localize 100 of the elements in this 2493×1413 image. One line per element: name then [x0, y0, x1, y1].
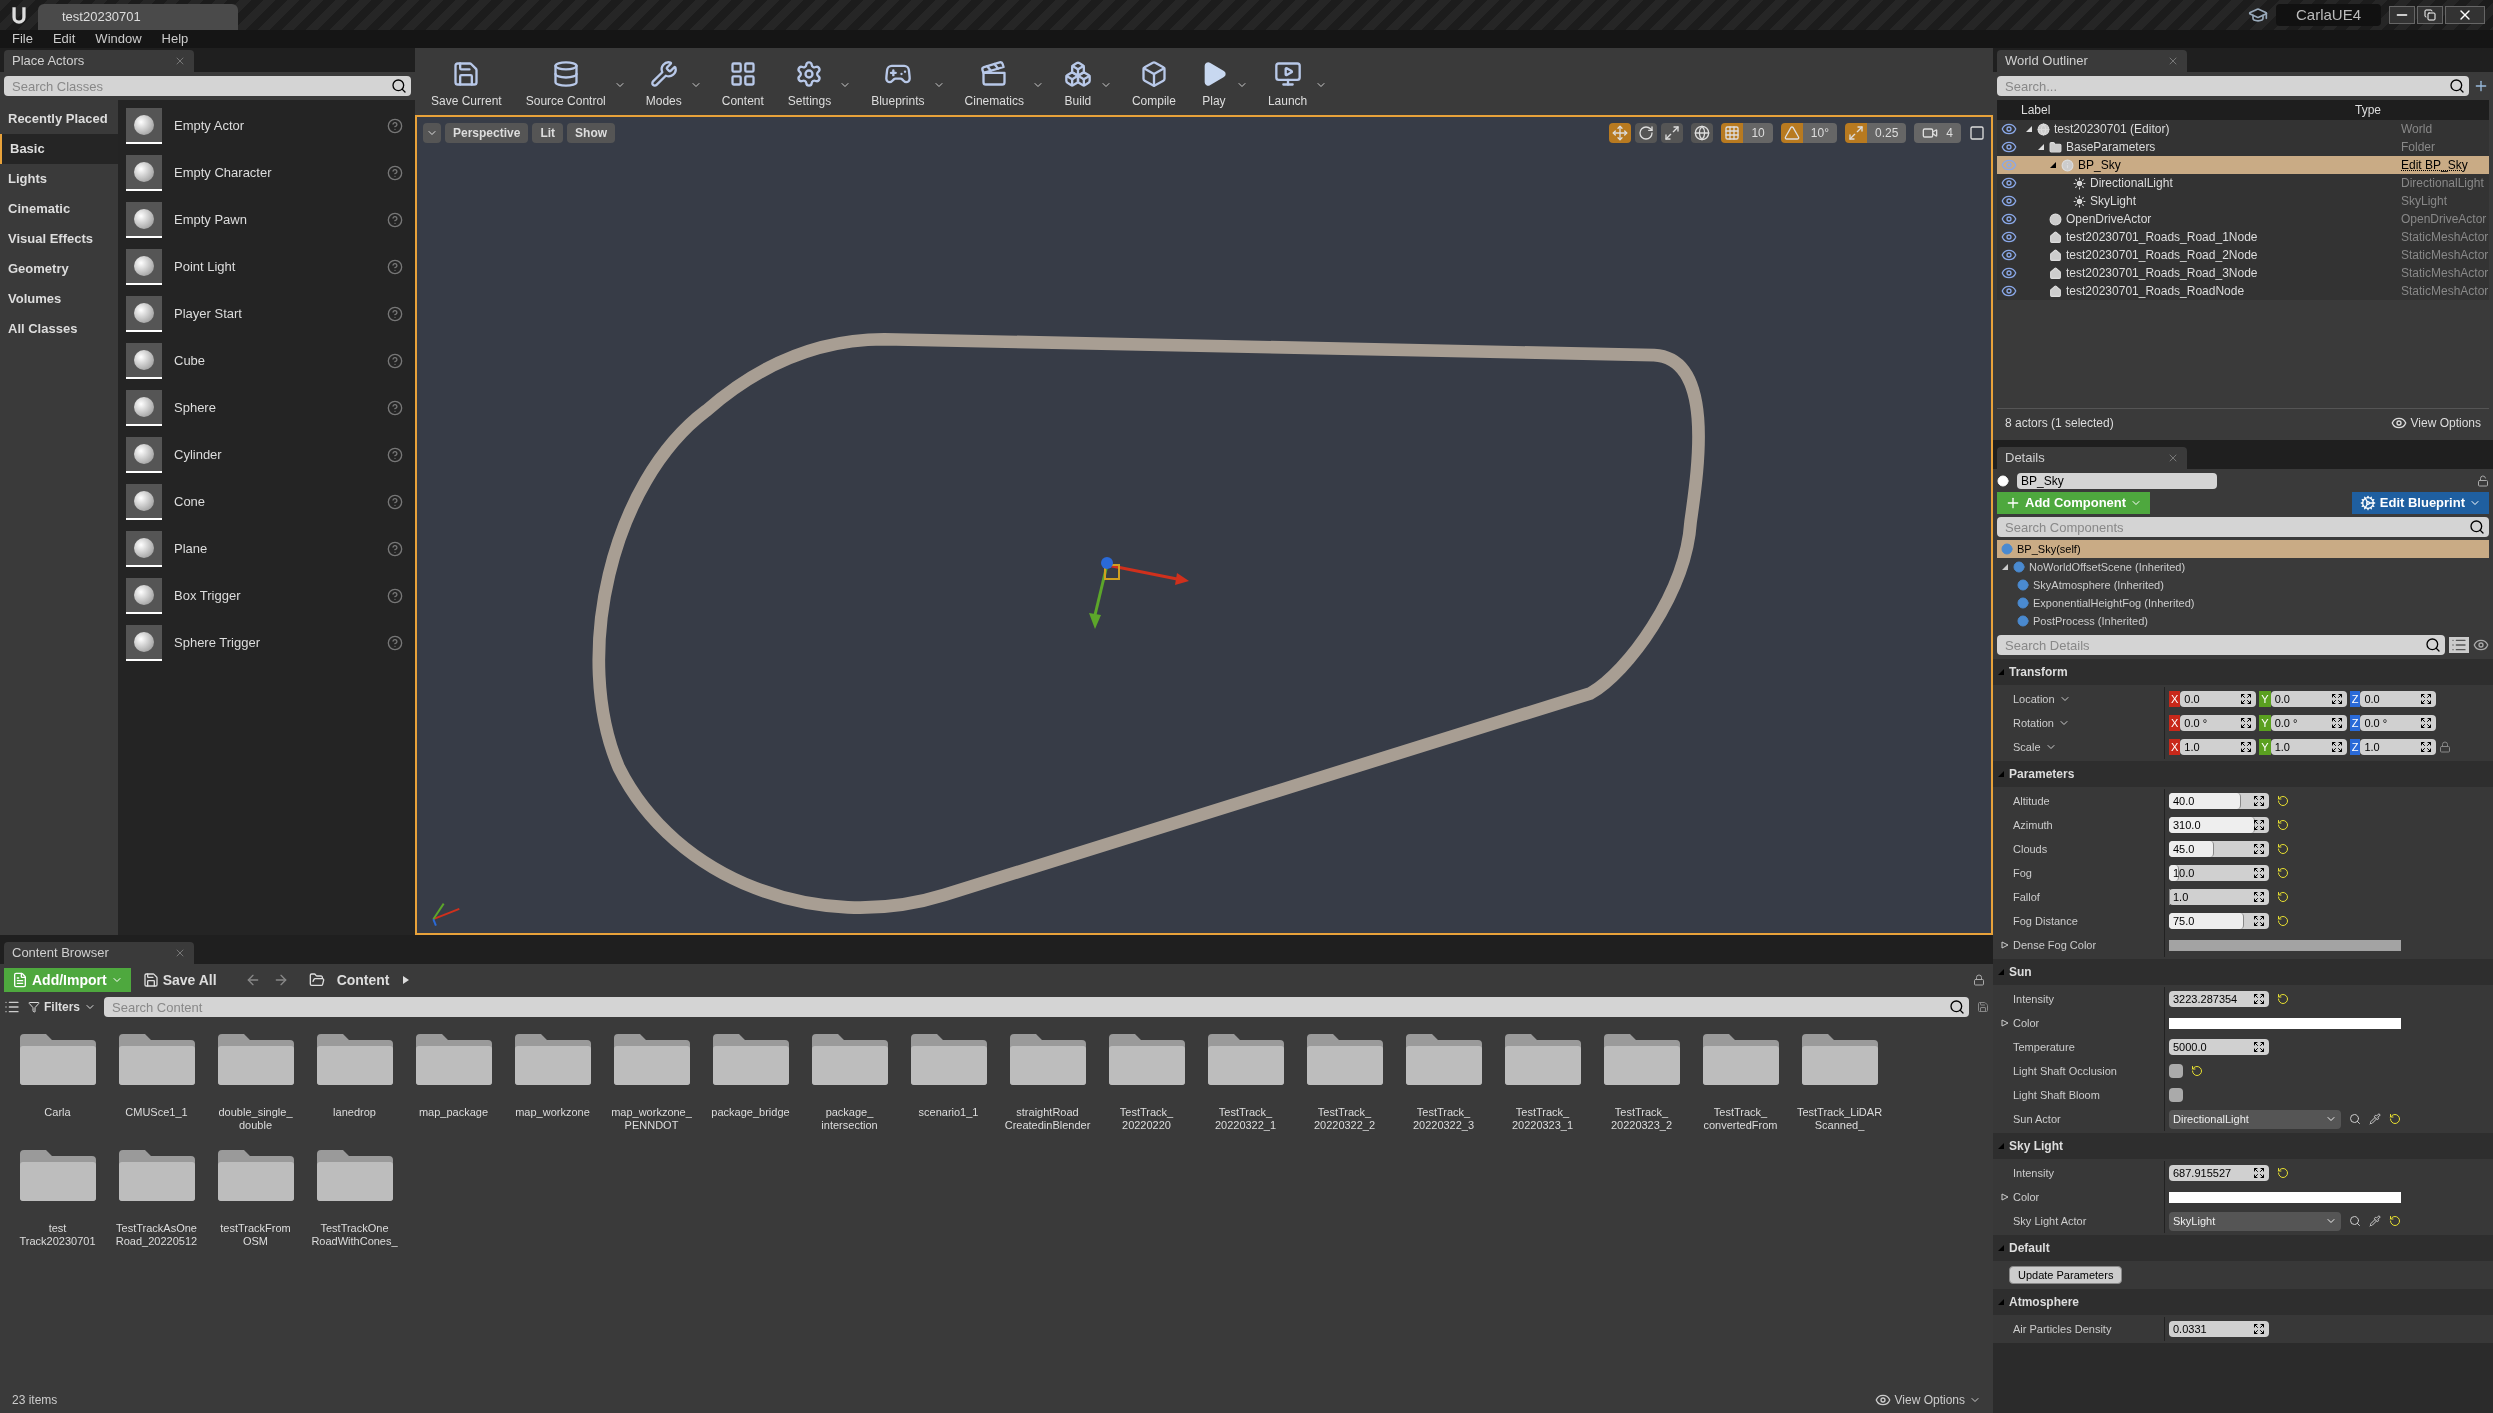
edit-blueprint-button[interactable]: Edit Blueprint [2351, 492, 2489, 514]
drag-handle-icon[interactable] [2253, 891, 2265, 903]
camera-speed-button[interactable]: 4 [1914, 123, 1961, 143]
component-row[interactable]: ExponentialHeightFog (Inherited) [1997, 594, 2489, 612]
search-field[interactable]: Search Components [1997, 517, 2489, 537]
help-icon[interactable] [387, 353, 403, 369]
search-field[interactable]: Search... [1997, 76, 2469, 96]
collapsed-arrow-icon[interactable] [2001, 1019, 2009, 1027]
number-field[interactable]: 1.0 [2360, 739, 2437, 755]
number-field[interactable]: 0.0 [2360, 691, 2437, 707]
column-header[interactable]: Type [2355, 101, 2381, 119]
number-field[interactable]: 0.0 [2270, 691, 2347, 707]
toolbar-button[interactable]: Save Current [423, 56, 510, 113]
help-icon[interactable] [387, 447, 403, 463]
drag-handle-icon[interactable] [2253, 993, 2265, 1005]
eyedropper-icon[interactable] [2369, 1215, 2381, 1227]
snap-value-button[interactable]: 10 [1743, 123, 1773, 143]
search-field[interactable]: Search Details [1997, 635, 2445, 655]
section-header[interactable]: Sky Light [2009, 1137, 2063, 1155]
toolbar-button[interactable]: Play [1191, 56, 1236, 113]
column-header[interactable]: Label [2021, 101, 2355, 119]
number-field[interactable]: 687.915527 [2169, 1165, 2269, 1181]
edit-blueprint-link[interactable]: Edit BP_Sky [2401, 156, 2468, 174]
section-header[interactable]: Transform [2009, 663, 2068, 681]
number-field[interactable]: 3223.287354 [2169, 991, 2269, 1007]
actor-thumbnail[interactable] [126, 249, 162, 285]
breadcrumb-arrow-icon[interactable] [401, 976, 410, 984]
actor-label[interactable]: Cone [174, 492, 206, 512]
reset-icon[interactable] [2277, 993, 2289, 1005]
folder-label[interactable]: TestTrack_ 20220220 [1119, 1106, 1174, 1134]
checkbox[interactable] [2169, 1064, 2183, 1078]
drag-handle-icon[interactable] [2253, 1167, 2265, 1179]
toolbar-button[interactable]: Launch [1259, 56, 1316, 113]
help-icon[interactable] [387, 400, 403, 416]
lock-icon[interactable] [2439, 741, 2452, 753]
reset-icon[interactable] [2277, 843, 2289, 855]
folder-label[interactable]: map_package [418, 1106, 489, 1134]
search-icon[interactable] [2469, 519, 2485, 535]
actor-label[interactable]: Empty Actor [174, 116, 245, 136]
search-icon[interactable] [2349, 1113, 2361, 1125]
eye-icon[interactable] [2001, 193, 2017, 209]
folder-label[interactable]: TestTrackAsOne Road_20220512 [115, 1222, 198, 1250]
actor-label[interactable]: Empty Pawn [174, 210, 247, 230]
color-swatch[interactable] [2169, 1017, 2401, 1029]
menu-item[interactable]: File [12, 29, 33, 49]
viewport-option-button[interactable]: Perspective [445, 123, 529, 143]
toolbar-button[interactable]: Compile [1123, 56, 1184, 113]
number-field[interactable]: 5000.0 [2169, 1039, 2269, 1055]
filters-button[interactable]: Filters [28, 998, 96, 1016]
document-tab[interactable]: test20230701 [38, 4, 238, 30]
reset-icon[interactable] [2277, 915, 2289, 927]
viewport-option-button[interactable]: Show [567, 123, 616, 143]
restore-icon[interactable] [2417, 6, 2443, 24]
component-row[interactable]: BP_Sky(self) [1997, 540, 2489, 558]
panel-tab[interactable]: Details [1997, 447, 2187, 469]
view-options-button[interactable]: View Options [2390, 413, 2481, 432]
panel-tab[interactable]: Place Actors [4, 50, 194, 72]
folder-label[interactable]: scenario1_1 [918, 1106, 979, 1134]
panel-tab[interactable]: Content Browser [4, 942, 194, 964]
outliner-row[interactable]: test20230701 (Editor) World [1997, 120, 2489, 138]
outliner-row[interactable]: test20230701_Roads_Road_3Node StaticMeshActor [1997, 264, 2489, 282]
section-header[interactable]: Sun [2009, 963, 2032, 981]
actor-dropdown[interactable]: SkyLight [2169, 1211, 2341, 1231]
help-icon[interactable] [387, 165, 403, 181]
toolbar-button[interactable]: Content [713, 56, 772, 113]
drag-handle-icon[interactable] [2330, 717, 2343, 729]
number-field[interactable]: 10.0 [2169, 865, 2269, 881]
drag-handle-icon[interactable] [2253, 843, 2265, 855]
toolbar-button[interactable]: Modes [637, 56, 690, 113]
reset-icon[interactable] [2277, 819, 2289, 831]
actor-thumbnail[interactable] [126, 484, 162, 520]
drag-handle-icon[interactable] [2253, 795, 2265, 807]
folder-label[interactable]: straightRoad CreatedinBlender [1004, 1106, 1091, 1134]
checkbox[interactable] [2169, 1088, 2183, 1102]
sources-toggle-icon[interactable] [4, 999, 20, 1015]
folder-label[interactable]: TestTrack_ 20220322_3 [1412, 1106, 1475, 1134]
actor-label[interactable]: Cube [174, 351, 206, 371]
component-row[interactable]: NoWorldOffsetScene (Inherited) [1997, 558, 2489, 576]
viewport-option-button[interactable]: Lit [532, 123, 564, 143]
number-field[interactable]: 310.0 [2169, 817, 2269, 833]
section-header[interactable]: Default [2009, 1239, 2050, 1257]
outliner-row[interactable]: test20230701_Roads_RoadNode StaticMeshActor [1997, 282, 2489, 300]
drag-handle-icon[interactable] [2420, 693, 2433, 705]
actor-thumbnail[interactable] [126, 390, 162, 426]
actor-thumbnail[interactable] [126, 437, 162, 473]
number-field[interactable]: 0.0 [2180, 691, 2257, 707]
expanded-arrow-icon[interactable] [2025, 125, 2033, 133]
drag-handle-icon[interactable] [2240, 717, 2253, 729]
number-field[interactable]: 1.0 [2180, 739, 2257, 755]
close-icon[interactable] [2445, 6, 2485, 24]
folder-label[interactable]: TestTrackOne RoadWithCones_ [311, 1222, 398, 1250]
snap-value-button[interactable]: 0.25 [1866, 123, 1907, 143]
save-search-icon[interactable] [1977, 1001, 1989, 1013]
drag-handle-icon[interactable] [2330, 693, 2343, 705]
minimize-icon[interactable] [2389, 6, 2415, 24]
drag-handle-icon[interactable] [2240, 741, 2253, 753]
number-field[interactable]: 0.0331 [2169, 1321, 2269, 1337]
actor-thumbnail[interactable] [126, 343, 162, 379]
search-icon[interactable] [1949, 999, 1965, 1015]
folder-label[interactable]: TestTrack_ 20220323_1 [1511, 1106, 1574, 1134]
